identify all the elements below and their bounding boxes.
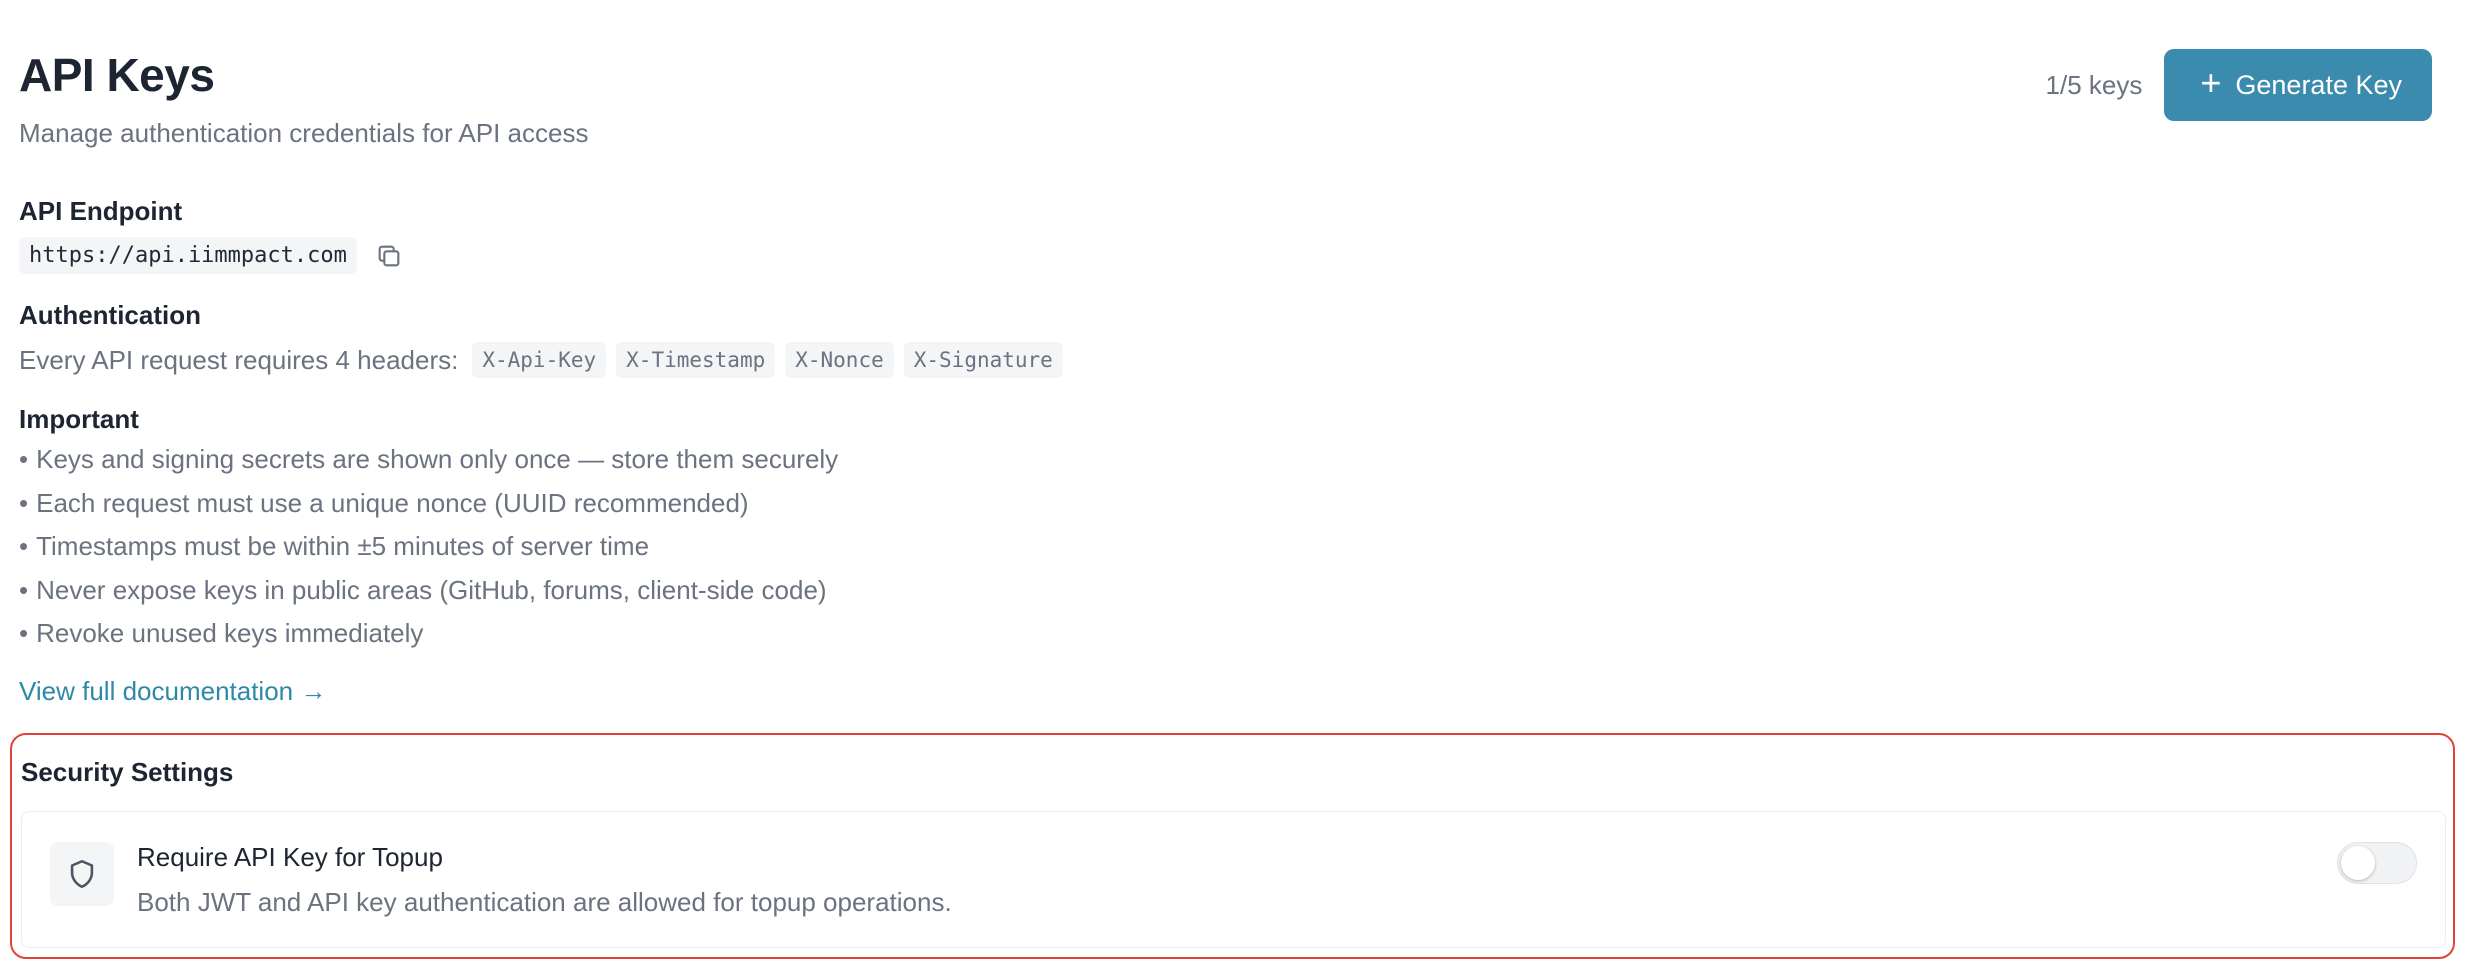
page-title: API Keys [19,49,215,101]
view-documentation-link[interactable]: View full documentation → [19,676,326,707]
authentication-lead: Every API request requires 4 headers: [19,344,459,375]
list-item: Never expose keys in public areas (GitHu… [19,575,838,619]
list-item: Timestamps must be within ±5 minutes of … [19,531,838,575]
authentication-row: Every API request requires 4 headers: X-… [19,342,1063,378]
important-label: Important [19,404,139,434]
endpoint-label: API Endpoint [19,196,183,226]
setting-card-require-api-key: Require API Key for Topup Both JWT and A… [21,811,2446,948]
list-item: Each request must use a unique nonce (UU… [19,488,838,532]
header-chip: X-Nonce [785,342,894,378]
generate-key-button[interactable]: + Generate Key [2164,49,2432,121]
list-item: Revoke unused keys immediately [19,618,838,662]
setting-description: Both JWT and API key authentication are … [137,887,952,917]
header-actions: 1/5 keys + Generate Key [2046,49,2432,121]
copy-icon[interactable] [375,242,403,270]
header-chip: X-Timestamp [616,342,776,378]
security-settings-section: Security Settings Require API Key for To… [10,733,2455,959]
page-header: API Keys Manage authentication credentia… [19,0,2451,150]
important-list: Keys and signing secrets are shown only … [19,444,838,662]
endpoint-url: https://api.iimmpact.com [19,237,357,274]
header-chip: X-Signature [903,342,1063,378]
key-count: 1/5 keys [2045,69,2143,100]
shield-icon [50,842,114,906]
header-chip: X-Api-Key [472,342,607,378]
page-subtitle: Manage authentication credentials for AP… [19,118,589,148]
generate-key-label: Generate Key [2235,69,2402,100]
authentication-label: Authentication [19,300,201,330]
endpoint-row: https://api.iimmpact.com [19,237,403,274]
setting-title: Require API Key for Topup [137,842,443,872]
security-settings-title: Security Settings [21,757,234,787]
require-api-key-toggle[interactable] [2337,842,2417,884]
api-keys-page: API Keys Manage authentication credentia… [0,0,2470,980]
plus-icon: + [2200,62,2222,103]
toggle-knob [2341,846,2375,880]
list-item: Keys and signing secrets are shown only … [19,444,838,488]
